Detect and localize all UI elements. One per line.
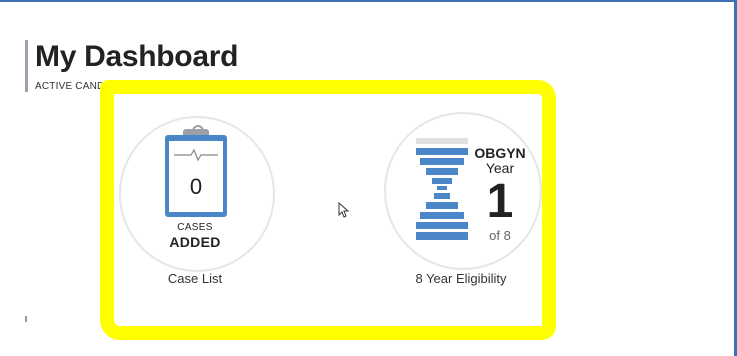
mouse-cursor-icon (338, 202, 350, 218)
page-title: My Dashboard (35, 40, 239, 73)
highlight-annotation (100, 80, 556, 340)
scroll-marker (25, 316, 27, 322)
title-accent-bar (25, 40, 28, 92)
window-frame-top (0, 0, 737, 2)
